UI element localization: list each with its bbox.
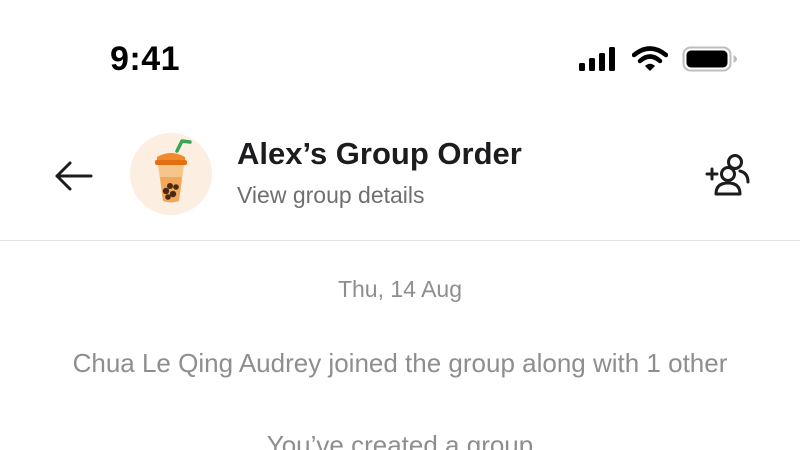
bubble-tea-icon	[155, 139, 192, 203]
group-avatar[interactable]	[130, 133, 212, 215]
header-divider	[0, 240, 800, 241]
arrow-left-icon	[55, 161, 93, 191]
add-member-button[interactable]	[702, 152, 752, 198]
add-people-icon	[705, 154, 750, 196]
battery-icon	[682, 46, 737, 72]
date-separator: Thu, 14 Aug	[337, 276, 463, 302]
status-icons	[578, 44, 738, 74]
status-time: 9:41	[110, 40, 181, 78]
back-button[interactable]	[52, 158, 94, 194]
view-group-details-link[interactable]: View group details	[237, 182, 425, 209]
cellular-signal-icon	[579, 47, 615, 71]
chat-screen: 9:41 Alex’s Group Order View group detai…	[0, 0, 800, 450]
group-title: Alex’s Group Order	[237, 136, 522, 171]
system-message: Chua Le Qing Audrey joined the group alo…	[72, 348, 728, 378]
wifi-icon	[632, 46, 668, 71]
chat-header: Alex’s Group Order View group details	[0, 130, 800, 240]
system-message: You’ve created a group	[266, 430, 534, 450]
